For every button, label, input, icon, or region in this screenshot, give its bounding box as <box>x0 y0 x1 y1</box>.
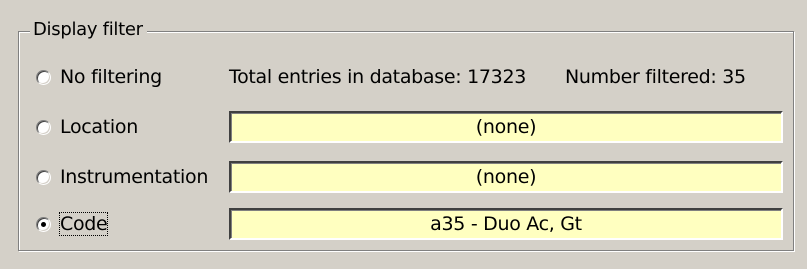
no-filtering-label[interactable]: No filtering <box>60 61 162 93</box>
display-filter-panel: Display filter No filtering Total entrie… <box>0 0 807 269</box>
instrumentation-label[interactable]: Instrumentation <box>60 161 208 193</box>
number-filtered-text: Number filtered: 35 <box>565 66 746 88</box>
location-label[interactable]: Location <box>60 111 138 143</box>
code-radio[interactable] <box>36 216 51 232</box>
option-code[interactable]: Code <box>36 208 109 240</box>
display-filter-title: Display filter <box>30 18 147 42</box>
code-label-text: Code <box>58 212 109 236</box>
option-location[interactable]: Location <box>36 111 138 143</box>
instrumentation-radio[interactable] <box>36 169 51 185</box>
code-field[interactable]: a35 - Duo Ac, Gt <box>229 208 783 240</box>
code-label[interactable]: Code <box>58 208 109 240</box>
total-entries-text: Total entries in database: 17323 <box>229 66 527 88</box>
no-filtering-radio[interactable] <box>36 69 51 85</box>
location-radio[interactable] <box>36 119 51 135</box>
radio-selected-dot <box>41 221 46 227</box>
location-field[interactable]: (none) <box>229 111 783 143</box>
instrumentation-field[interactable]: (none) <box>229 161 783 193</box>
option-no-filtering[interactable]: No filtering <box>36 61 162 93</box>
option-instrumentation[interactable]: Instrumentation <box>36 161 208 193</box>
